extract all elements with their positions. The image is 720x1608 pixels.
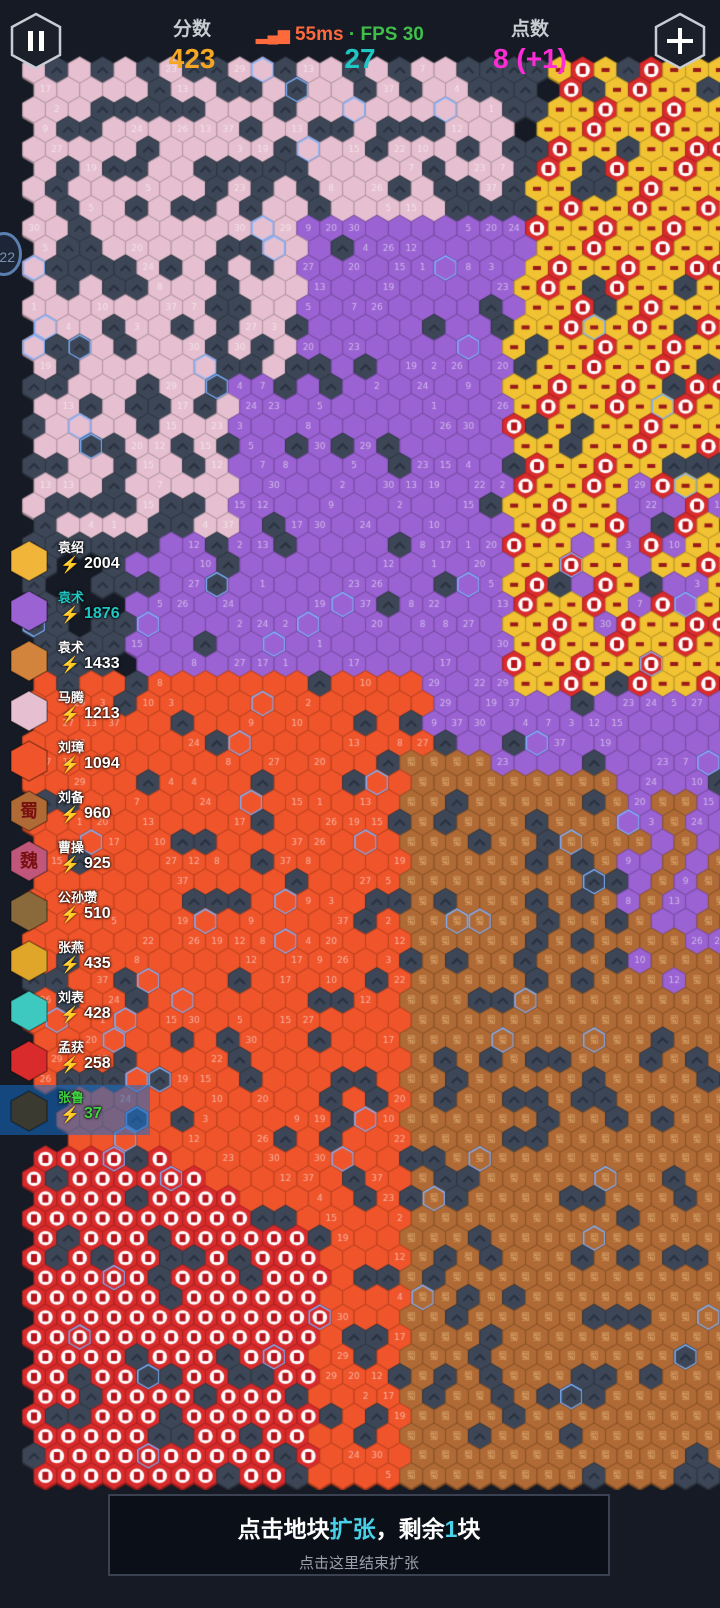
faction-power: 2004 (84, 555, 120, 572)
plus-icon (654, 12, 706, 70)
faction-emblem-icon (10, 690, 48, 732)
faction-emblem-glyph (10, 590, 48, 632)
faction-power: 1094 (84, 755, 120, 772)
faction-emblem-icon (10, 990, 48, 1032)
faction-name: 刘表 (58, 990, 85, 1005)
add-button[interactable] (654, 12, 706, 70)
faction-emblem-icon: 魏 (10, 840, 48, 882)
power-icon: ⚡ (60, 707, 80, 724)
leaderboard-row[interactable]: 孟获 ⚡ 258 (0, 1035, 150, 1085)
faction-power: 1213 (84, 705, 120, 722)
leaderboard-row[interactable]: 袁绍 ⚡ 2004 (0, 535, 150, 585)
faction-emblem-glyph (10, 940, 48, 982)
faction-emblem-glyph (10, 640, 48, 682)
instruction-suffix: 块 (457, 1516, 481, 1542)
power-icon: ⚡ (60, 657, 80, 674)
faction-name: 张鲁 (58, 1090, 85, 1105)
leaderboard-row[interactable]: 袁术 ⚡ 1433 (0, 635, 150, 685)
faction-emblem-glyph: 蜀 (20, 801, 38, 821)
leaderboard-row[interactable]: 刘璋 ⚡ 1094 (0, 735, 150, 785)
score-stat: 分数 423 (152, 14, 232, 75)
faction-power: 258 (84, 1055, 111, 1072)
leaderboard-row[interactable]: 马腾 ⚡ 1213 (0, 685, 150, 735)
faction-emblem-icon (10, 540, 48, 582)
remaining-count: 1 (444, 1516, 458, 1542)
faction-emblem-icon (10, 940, 48, 982)
faction-emblem-icon (10, 1090, 48, 1132)
top-hud: 分数 423 ▂▄▆ 55ms · FPS 30 回合 27 点数 8 (+1) (0, 0, 720, 80)
power-icon: ⚡ (60, 757, 80, 774)
leaderboard-row[interactable]: 张燕 ⚡ 435 (0, 935, 150, 985)
points-stat: 点数 8 (+1) (470, 14, 590, 75)
power-icon: ⚡ (60, 1007, 80, 1024)
faction-power: 1876 (84, 605, 120, 622)
power-icon: ⚡ (60, 1057, 80, 1074)
faction-power: 428 (84, 1005, 111, 1022)
points-value: 8 (+1) (493, 43, 567, 74)
faction-name: 袁术 (58, 640, 85, 655)
power-icon: ⚡ (60, 557, 80, 574)
leaderboard-row[interactable]: 公孙瓒 ⚡ 510 (0, 885, 150, 935)
round-stat: 回合 27 (320, 14, 400, 75)
faction-power: 435 (84, 955, 111, 972)
leaderboard-row[interactable]: 刘表 ⚡ 428 (0, 985, 150, 1035)
faction-emblem-glyph (10, 740, 48, 782)
points-label: 点数 (510, 19, 549, 40)
faction-name: 张燕 (58, 940, 85, 955)
instruction-middle: ，剩余 (375, 1516, 445, 1542)
faction-emblem-glyph: 魏 (20, 851, 38, 871)
faction-name: 曹操 (58, 840, 85, 855)
power-icon: ⚡ (60, 607, 80, 624)
faction-name: 公孙瓒 (58, 890, 98, 905)
faction-emblem-icon (10, 640, 48, 682)
faction-emblem-icon (10, 890, 48, 932)
end-expand-hint: 点击这里结束扩张 (298, 1555, 419, 1572)
faction-power: 960 (84, 805, 111, 822)
power-icon: ⚡ (60, 907, 80, 924)
faction-emblem-icon (10, 1040, 48, 1082)
faction-emblem-glyph (10, 1040, 48, 1082)
pause-icon (10, 12, 62, 70)
faction-emblem-icon: 蜀 (10, 790, 48, 832)
faction-emblem-glyph (10, 540, 48, 582)
faction-power: 925 (84, 855, 111, 872)
power-icon: ⚡ (60, 807, 80, 824)
faction-emblem-glyph (10, 690, 48, 732)
faction-emblem-glyph (10, 990, 48, 1032)
expand-banner[interactable]: 点击地块扩张，剩余1块 点击这里结束扩张 (108, 1494, 610, 1576)
faction-power: 37 (84, 1105, 102, 1122)
faction-emblem-glyph (10, 1090, 48, 1132)
faction-emblem-icon (10, 740, 48, 782)
instruction-expand: 扩张 (329, 1516, 376, 1542)
score-label: 分数 (172, 19, 211, 40)
leaderboard-row[interactable]: 魏 曹操 ⚡ 925 (0, 835, 150, 885)
faction-emblem-icon (10, 590, 48, 632)
leaderboard-row[interactable]: 张鲁 ⚡ 37 (0, 1085, 150, 1135)
signal-icon: ▂▄▆ (256, 27, 290, 44)
leaderboard-row[interactable]: 袁术 ⚡ 1876 (0, 585, 150, 635)
faction-emblem-glyph (10, 890, 48, 932)
faction-name: 孟获 (58, 1040, 85, 1055)
expand-instruction: 点击地块扩张，剩余1块 (110, 1510, 608, 1544)
faction-leaderboard: 袁绍 ⚡ 2004 袁术 ⚡ 1876 袁术 ⚡ 1433 马腾 ⚡ 1213 刘璋 ⚡ 1094 蜀刘备 ⚡ 9… (0, 535, 150, 1135)
faction-power: 510 (84, 905, 111, 922)
score-value: 423 (168, 43, 216, 74)
power-icon: ⚡ (60, 957, 80, 974)
round-value: 27 (344, 43, 376, 74)
faction-name: 袁绍 (58, 540, 85, 555)
pause-button[interactable] (10, 12, 62, 70)
faction-name: 袁术 (58, 590, 85, 605)
instruction-prefix: 点击地块 (237, 1516, 330, 1542)
faction-name: 马腾 (58, 690, 85, 705)
faction-name: 刘备 (58, 790, 85, 805)
power-icon: ⚡ (60, 857, 80, 874)
leaderboard-row[interactable]: 蜀 刘备 ⚡ 960 (0, 785, 150, 835)
faction-power: 1433 (84, 655, 120, 672)
power-icon: ⚡ (60, 1107, 80, 1124)
faction-name: 刘璋 (58, 740, 85, 755)
